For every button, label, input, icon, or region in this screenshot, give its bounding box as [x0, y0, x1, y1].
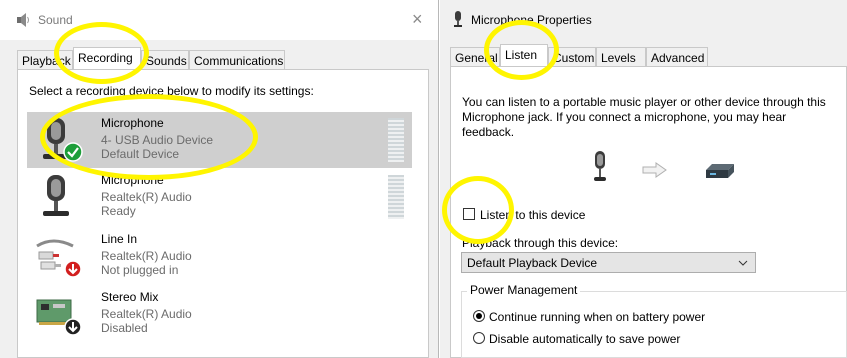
tab-general[interactable]: General: [450, 47, 500, 67]
playback-device-value: Default Playback Device: [467, 256, 598, 270]
microphone-icon: [594, 151, 606, 181]
power-management-group: [461, 291, 847, 358]
tab-custom[interactable]: Custom: [548, 47, 596, 67]
listen-checkbox-label[interactable]: Listen to this device: [480, 208, 585, 222]
device-status: Ready: [101, 204, 136, 218]
device-driver: Realtek(R) Audio: [101, 249, 192, 263]
sound-window-title: Sound: [38, 13, 73, 27]
tab-listen[interactable]: Listen: [500, 44, 548, 67]
microphone-properties-dialog: Microphone Properties General Listen Cus…: [440, 0, 847, 358]
device-status: Not plugged in: [101, 263, 179, 277]
power-management-label: Power Management: [467, 283, 581, 297]
sound-dialog: Sound × Playback Recording Sounds Commun…: [0, 0, 439, 358]
disable-automatically-radio[interactable]: [473, 332, 485, 344]
continue-running-radio[interactable]: [473, 310, 485, 322]
speaker-icon: [17, 13, 29, 27]
tab-sounds[interactable]: Sounds: [141, 50, 189, 70]
tab-levels[interactable]: Levels: [596, 47, 646, 67]
properties-window-title: Microphone Properties: [471, 13, 592, 27]
microphone-icon: [454, 11, 462, 27]
close-icon[interactable]: ×: [412, 9, 423, 30]
device-name: Microphone: [101, 116, 164, 130]
black-down-arrow-icon: [64, 318, 82, 336]
playback-device-label: Playback through this device:: [462, 236, 619, 250]
level-meter: [388, 175, 404, 219]
green-check-icon: [63, 142, 83, 162]
listen-checkbox[interactable]: [463, 208, 475, 220]
instruction-text: Select a recording device below to modif…: [29, 84, 314, 98]
level-meter: [388, 118, 404, 162]
continue-running-label[interactable]: Continue running when on battery power: [489, 310, 705, 324]
tab-recording[interactable]: Recording: [73, 47, 141, 70]
device-name: Line In: [101, 232, 138, 246]
device-driver: Realtek(R) Audio: [101, 307, 192, 321]
device-row-line-in[interactable]: Line In Realtek(R) Audio Not plugged in: [27, 228, 412, 284]
listen-description: You can listen to a portable music playe…: [462, 95, 826, 139]
device-row-stereo-mix[interactable]: Stereo Mix Realtek(R) Audio Disabled: [27, 286, 412, 342]
tab-advanced[interactable]: Advanced: [646, 47, 708, 67]
chevron-down-icon: [738, 260, 748, 266]
device-status: Default Device: [101, 147, 180, 161]
device-name: Microphone: [101, 173, 164, 187]
audio-device-icon: [706, 164, 734, 178]
device-row-usb-microphone[interactable]: Microphone 4- USB Audio Device Default D…: [27, 112, 412, 168]
tab-playback[interactable]: Playback: [17, 50, 73, 70]
device-status: Disabled: [101, 321, 148, 335]
sound-titlebar: Sound ×: [0, 0, 438, 40]
microphone-icon: [43, 175, 69, 216]
disable-automatically-label[interactable]: Disable automatically to save power: [489, 332, 680, 346]
playback-device-select[interactable]: Default Playback Device: [461, 252, 756, 273]
device-row-realtek-microphone[interactable]: Microphone Realtek(R) Audio Ready: [27, 169, 412, 225]
tab-communications[interactable]: Communications: [189, 50, 285, 70]
device-driver: Realtek(R) Audio: [101, 190, 192, 204]
device-driver: 4- USB Audio Device: [101, 133, 214, 147]
red-down-arrow-icon: [64, 260, 82, 278]
device-name: Stereo Mix: [101, 290, 159, 304]
arrow-right-icon: [642, 162, 667, 178]
